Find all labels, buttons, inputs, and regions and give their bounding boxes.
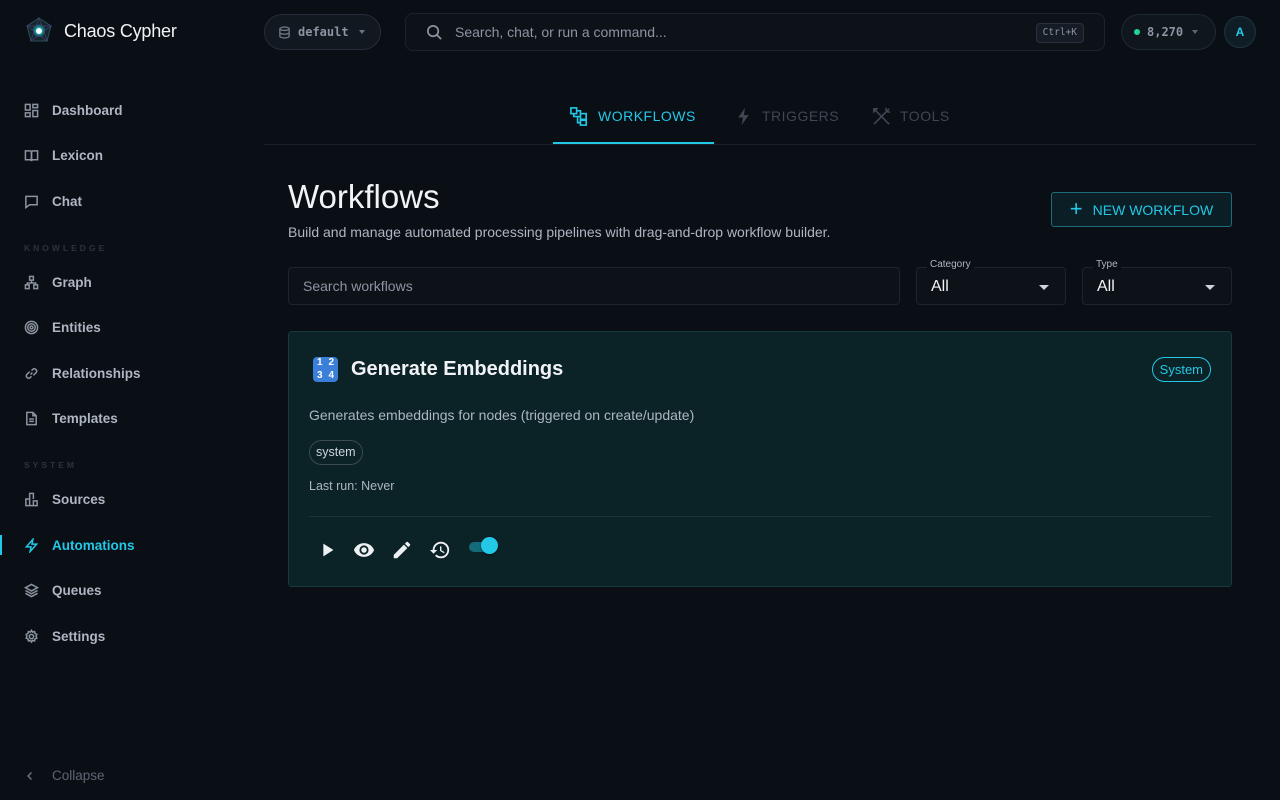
tabs-divider <box>264 144 1256 145</box>
sidebar-item-entities[interactable]: Entities <box>0 309 248 345</box>
view-button[interactable] <box>351 537 377 563</box>
workflow-tag[interactable]: system <box>309 440 363 465</box>
collapse-label: Collapse <box>52 768 105 783</box>
dashboard-icon <box>24 103 39 117</box>
document-icon <box>26 411 37 425</box>
category-value: All <box>931 278 949 295</box>
system-badge: System <box>1151 357 1211 382</box>
tab-workflows[interactable]: WORKFLOWS <box>569 88 696 144</box>
card-divider <box>309 516 1211 517</box>
history-button[interactable] <box>427 537 453 563</box>
search-icon <box>427 24 442 40</box>
workspace-select[interactable]: default <box>264 14 381 50</box>
sidebar-item-label: Entities <box>52 319 101 335</box>
sidebar-item-label: Graph <box>52 274 92 290</box>
numbers-emoji-icon: 1 2 3 4 <box>313 357 338 382</box>
eye-icon <box>353 543 375 557</box>
tools-icon <box>873 107 891 125</box>
sidebar-item-label: Dashboard <box>52 102 123 118</box>
category-label: Category <box>927 259 974 270</box>
workflow-card[interactable]: 1 2 3 4 Generate Embeddings System Gener… <box>288 331 1232 587</box>
sidebar-item-label: Templates <box>52 410 118 426</box>
sidebar-item-label: Lexicon <box>52 147 104 163</box>
caret-down-icon <box>1192 30 1199 34</box>
pencil-icon <box>393 541 411 559</box>
caret-down-icon <box>358 30 365 34</box>
type-select[interactable]: Type All <box>1082 259 1232 305</box>
new-workflow-button[interactable]: + NEW WORKFLOW <box>1051 192 1232 227</box>
tab-tools[interactable]: TOOLS <box>871 88 950 144</box>
page-title: Workflows <box>288 178 440 215</box>
logo-icon <box>25 17 53 42</box>
sidebar-item-label: Relationships <box>52 365 141 381</box>
workflow-search-input[interactable] <box>288 267 900 305</box>
book-icon <box>24 149 39 161</box>
gear-icon <box>25 628 38 643</box>
shortcut-hint: Ctrl+K <box>1035 23 1084 43</box>
workflow-description: Generates embeddings for nodes (triggere… <box>309 407 695 423</box>
sidebar-item-lexicon[interactable]: Lexicon <box>0 137 248 173</box>
history-icon <box>429 541 450 559</box>
sidebar-item-settings[interactable]: Settings <box>0 618 248 654</box>
sidebar-item-label: Settings <box>52 628 106 644</box>
global-search-input[interactable] <box>455 24 1015 40</box>
sidebar-item-dashboard[interactable]: Dashboard <box>0 92 248 128</box>
page-subtitle: Build and manage automated processing pi… <box>288 224 831 240</box>
collapse-button[interactable]: Collapse <box>24 768 105 783</box>
avatar[interactable]: A <box>1224 16 1256 48</box>
tab-label: WORKFLOWS <box>598 108 696 124</box>
workflow-icon <box>570 106 587 126</box>
tab-label: TOOLS <box>900 108 950 124</box>
global-search[interactable]: Ctrl+K <box>405 13 1105 51</box>
sidebar-item-queues[interactable]: Queues <box>0 572 248 608</box>
caret-down-icon <box>1205 285 1215 290</box>
caret-down-icon <box>1039 285 1049 290</box>
bolt-icon <box>24 537 39 553</box>
status-dot <box>1134 29 1140 35</box>
sidebar-item-relationships[interactable]: Relationships <box>0 355 248 391</box>
tab-label: TRIGGERS <box>762 108 840 124</box>
credits-badge[interactable]: 8,270 <box>1121 14 1216 50</box>
sidebar: Chaos Cypher Dashboard Lexicon Chat KNOW… <box>0 0 248 800</box>
type-value: All <box>1097 278 1115 295</box>
type-label: Type <box>1093 259 1121 270</box>
graph-icon <box>24 275 39 289</box>
plus-icon: + <box>1069 195 1083 221</box>
sidebar-item-label: Queues <box>52 582 102 598</box>
sidebar-item-label: Sources <box>52 491 106 507</box>
new-workflow-label: NEW WORKFLOW <box>1092 201 1214 218</box>
enabled-toggle[interactable] <box>467 536 501 556</box>
link-icon <box>25 367 38 379</box>
sidebar-item-graph[interactable]: Graph <box>0 264 248 300</box>
brand[interactable]: Chaos Cypher <box>24 16 177 46</box>
sidebar-item-templates[interactable]: Templates <box>0 400 248 436</box>
layers-icon <box>24 583 39 597</box>
edit-button[interactable] <box>389 537 415 563</box>
sources-icon <box>25 492 38 506</box>
app-name: Chaos Cypher <box>64 20 177 41</box>
sidebar-item-chat[interactable]: Chat <box>0 183 248 219</box>
sidebar-item-label: Automations <box>52 537 135 553</box>
category-select[interactable]: Category All <box>916 259 1066 305</box>
chevron-left-icon <box>26 771 33 780</box>
sidebar-item-sources[interactable]: Sources <box>0 481 248 517</box>
sidebar-item-automations[interactable]: Automations <box>0 527 248 563</box>
play-icon <box>323 543 334 557</box>
sidebar-item-label: Chat <box>52 193 82 209</box>
credits-value: 8,270 <box>1147 25 1184 39</box>
chat-icon <box>25 195 38 209</box>
toggle-knob <box>481 537 498 554</box>
workspace-name: default <box>298 25 349 39</box>
last-run-text: Last run: Never <box>309 479 395 493</box>
tab-triggers[interactable]: TRIGGERS <box>733 88 839 144</box>
workflow-title[interactable]: Generate Embeddings <box>351 358 563 381</box>
bolt-icon <box>738 107 749 125</box>
run-button[interactable] <box>314 537 340 563</box>
target-icon <box>24 320 39 334</box>
database-icon <box>279 25 290 39</box>
section-label-knowledge: KNOWLEDGE <box>24 243 108 253</box>
section-label-system: SYSTEM <box>24 460 77 470</box>
